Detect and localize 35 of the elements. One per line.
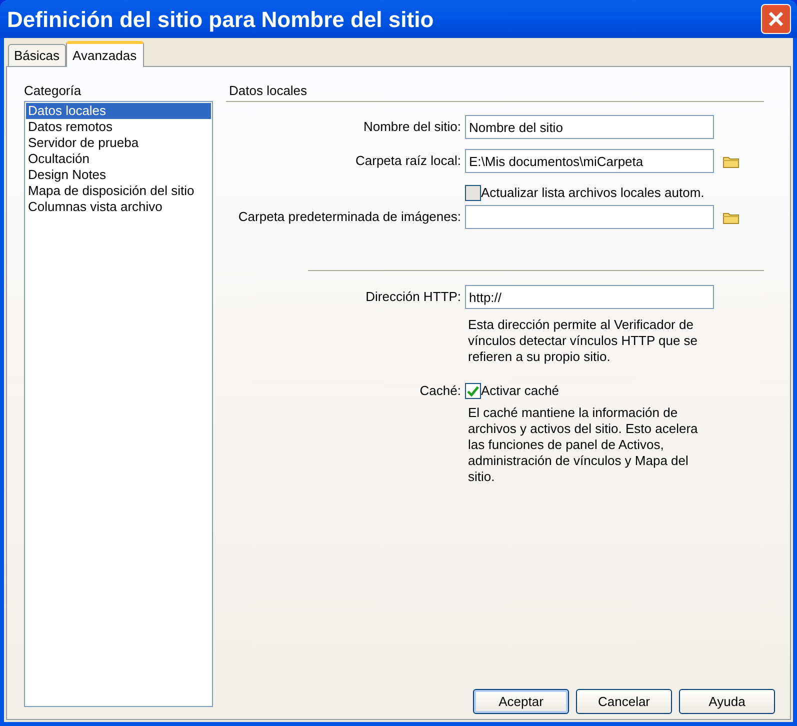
checkbox[interactable] [465, 185, 481, 201]
field-label: Nombre del sitio: [362, 118, 462, 136]
field-label: Carpeta predeterminada de imágenes: [237, 208, 462, 226]
check-icon [467, 386, 479, 396]
tab[interactable]: Avanzadas [66, 41, 144, 67]
field-label: Dirección HTTP: [364, 288, 462, 306]
close-button[interactable] [761, 4, 791, 34]
dialog-button[interactable]: Aceptar [473, 689, 569, 714]
category-item[interactable]: Datos locales [26, 103, 211, 119]
folder-icon[interactable] [723, 210, 739, 224]
category-item[interactable]: Servidor de prueba [26, 135, 211, 151]
checkbox-label[interactable]: Actualizar lista archivos locales autom. [481, 183, 704, 203]
field-label: Carpeta raíz local: [354, 152, 462, 170]
folder-icon[interactable] [723, 154, 739, 168]
section-title: Datos locales [228, 83, 308, 99]
help-text: El caché mantiene la información de archivos y activos del sitio. Esto acelera las funciones de panel de Activos, administración de vínculos y Mapa del sitio. [468, 405, 699, 485]
text-field[interactable]: http:// [465, 285, 714, 309]
text-field[interactable] [465, 205, 714, 229]
dialog-button[interactable]: Ayuda [679, 689, 775, 714]
category-item[interactable]: Ocultación [26, 151, 211, 167]
help-text: Esta dirección permite al Verificador de vínculos detectar vínculos HTTP que se refieren a su propio sitio. [468, 317, 699, 365]
text-field[interactable]: E:\Mis documentos\miCarpeta [465, 149, 714, 173]
category-item[interactable]: Mapa de disposición del sitio [26, 183, 211, 199]
text-field[interactable]: Nombre del sitio [465, 115, 714, 139]
tab[interactable]: Básicas [8, 44, 66, 66]
category-item[interactable]: Datos remotos [26, 119, 211, 135]
category-item[interactable]: Design Notes [26, 167, 211, 183]
category-label: Categoría [24, 83, 82, 99]
checkbox-label[interactable]: Activar caché [481, 381, 560, 401]
close-icon [768, 11, 784, 27]
dialog-button[interactable]: Cancelar [576, 689, 672, 714]
category-item[interactable]: Columnas vista archivo [26, 199, 211, 215]
field-label: Caché: [418, 382, 462, 400]
checkbox[interactable] [465, 383, 481, 399]
window-title: Definición del sitio para Nombre del sitio [7, 6, 434, 34]
